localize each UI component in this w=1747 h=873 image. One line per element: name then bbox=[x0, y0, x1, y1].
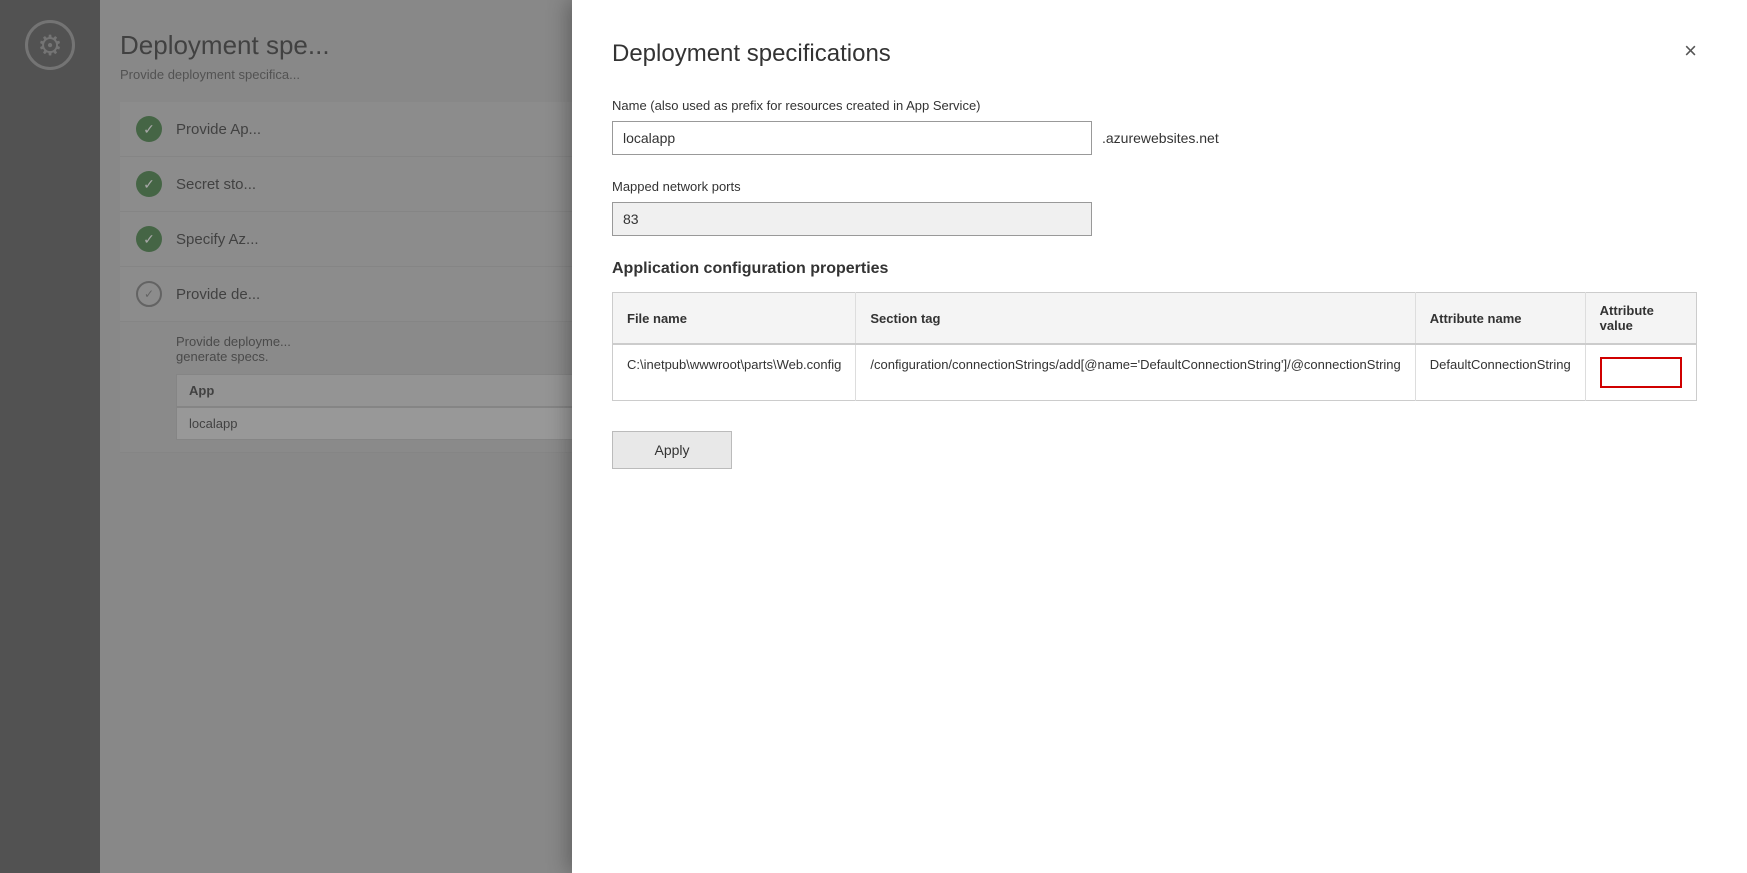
section-tag-text: /configuration/connectionStrings/add[@na… bbox=[870, 357, 1400, 372]
config-table-body: C:\inetpub\wwwroot\parts\Web.config /con… bbox=[613, 344, 1697, 401]
cell-file-name: C:\inetpub\wwwroot\parts\Web.config bbox=[613, 344, 856, 401]
modal-panel: Deployment specifications × Name (also u… bbox=[572, 0, 1747, 873]
col-file-name: File name bbox=[613, 293, 856, 345]
cell-section-tag: /configuration/connectionStrings/add[@na… bbox=[856, 344, 1415, 401]
config-table-head: File name Section tag Attribute name Att… bbox=[613, 293, 1697, 345]
col-section-tag: Section tag bbox=[856, 293, 1415, 345]
name-field-section: Name (also used as prefix for resources … bbox=[612, 98, 1697, 155]
button-row: Apply bbox=[612, 431, 1697, 469]
name-field-row: .azurewebsites.net bbox=[612, 121, 1697, 155]
config-section-title: Application configuration properties bbox=[612, 260, 1697, 278]
attribute-value-input[interactable] bbox=[1600, 357, 1682, 388]
config-table: File name Section tag Attribute name Att… bbox=[612, 292, 1697, 401]
name-label: Name (also used as prefix for resources … bbox=[612, 98, 1697, 113]
cell-attribute-name: DefaultConnectionString bbox=[1415, 344, 1585, 401]
col-attribute-name: Attribute name bbox=[1415, 293, 1585, 345]
name-input[interactable] bbox=[612, 121, 1092, 155]
attribute-name-text: DefaultConnectionString bbox=[1430, 357, 1571, 372]
modal-overlay: Deployment specifications × Name (also u… bbox=[0, 0, 1747, 873]
config-table-header-row: File name Section tag Attribute name Att… bbox=[613, 293, 1697, 345]
modal-header: Deployment specifications × bbox=[612, 40, 1697, 68]
ports-label: Mapped network ports bbox=[612, 179, 1697, 194]
name-suffix: .azurewebsites.net bbox=[1102, 130, 1219, 146]
config-section: Application configuration properties Fil… bbox=[612, 260, 1697, 401]
modal-title: Deployment specifications bbox=[612, 40, 891, 68]
ports-input[interactable] bbox=[612, 202, 1092, 236]
file-name-text: C:\inetpub\wwwroot\parts\Web.config bbox=[627, 357, 841, 372]
apply-button[interactable]: Apply bbox=[612, 431, 732, 469]
cell-attribute-value bbox=[1585, 344, 1696, 401]
close-button[interactable]: × bbox=[1684, 40, 1697, 62]
ports-field-section: Mapped network ports bbox=[612, 179, 1697, 236]
table-row: C:\inetpub\wwwroot\parts\Web.config /con… bbox=[613, 344, 1697, 401]
col-attribute-value: Attribute value bbox=[1585, 293, 1696, 345]
